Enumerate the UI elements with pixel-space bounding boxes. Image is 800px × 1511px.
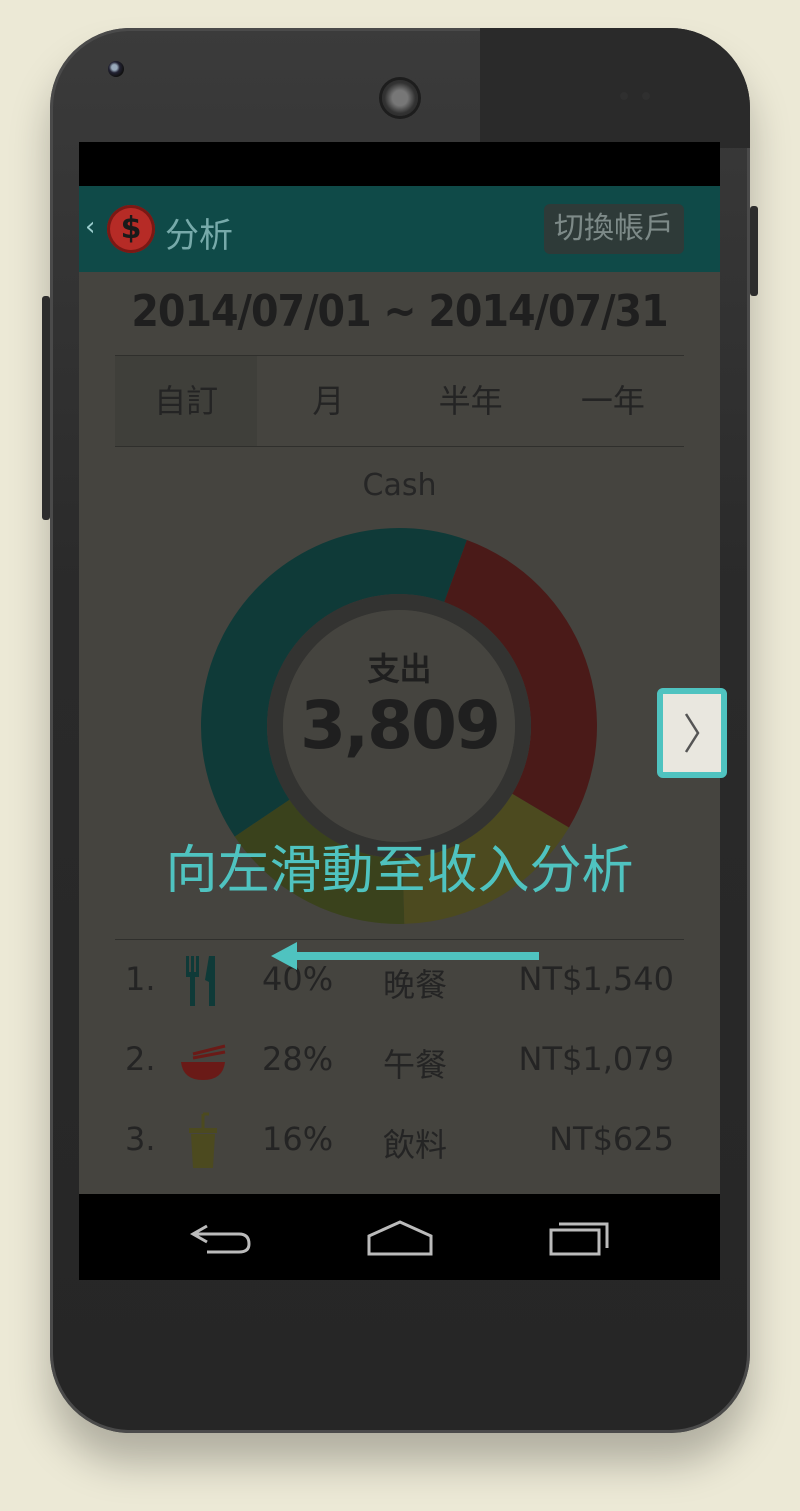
swipe-left-arrow-icon: [271, 942, 297, 970]
tab-year[interactable]: 一年: [542, 356, 684, 446]
item-percent: 28%: [262, 1040, 334, 1078]
fork-knife-icon: [186, 956, 215, 1006]
app-bar: ‹ $ 分析 切換帳戶: [79, 186, 720, 272]
noodle-bowl-icon: [181, 1044, 226, 1080]
chart-title: Cash: [362, 468, 437, 503]
item-amount: NT$1,540: [518, 960, 674, 998]
back-chevron-icon[interactable]: ‹: [85, 212, 95, 242]
item-rank: 2.: [125, 1040, 156, 1078]
donut-center-label: 支出: [367, 650, 432, 688]
next-page-button[interactable]: [657, 688, 727, 778]
page-title: 分析: [165, 216, 233, 256]
screen: ‹ $ 分析 切換帳戶 2014/07/01 ~ 2014/07/31 自訂 月…: [79, 142, 720, 1280]
item-percent: 16%: [262, 1120, 334, 1158]
period-tabs: 自訂 月 半年 一年: [115, 355, 684, 447]
list-item[interactable]: 2. 28% 午餐 NT$1,079: [115, 1030, 684, 1090]
tab-custom[interactable]: 自訂: [115, 356, 258, 446]
item-category: 飲料: [383, 1126, 448, 1164]
phone-gloss: [480, 28, 750, 148]
list-divider: [115, 939, 684, 940]
front-camera: [108, 61, 124, 77]
back-icon[interactable]: [187, 1218, 253, 1258]
home-icon[interactable]: [365, 1218, 435, 1258]
status-bar: [79, 142, 720, 186]
date-range[interactable]: 2014/07/01 ~ 2014/07/31: [79, 286, 720, 337]
list-item[interactable]: 3. 16% 飲料 NT$625: [115, 1110, 684, 1170]
chevron-right-icon: [684, 713, 700, 753]
switch-account-button[interactable]: 切換帳戶: [544, 204, 684, 254]
volume-button: [42, 296, 50, 520]
system-nav-bar: [79, 1194, 720, 1280]
item-amount: NT$625: [549, 1120, 674, 1158]
proximity-sensor: [620, 92, 628, 100]
swipe-hint-text: 向左滑動至收入分析: [165, 841, 634, 901]
tab-half-year[interactable]: 半年: [400, 356, 542, 446]
item-category: 午餐: [383, 1046, 448, 1084]
recents-icon[interactable]: [547, 1218, 613, 1258]
donut-center-value: 3,809: [300, 687, 501, 764]
item-rank: 1.: [125, 960, 156, 998]
light-sensor: [642, 92, 650, 100]
earpiece-speaker: [382, 80, 418, 116]
drink-cup-icon: [189, 1112, 217, 1168]
swipe-arrow-shaft: [287, 952, 539, 960]
app-logo-icon[interactable]: $: [107, 205, 155, 253]
item-amount: NT$1,079: [518, 1040, 674, 1078]
item-rank: 3.: [125, 1120, 156, 1158]
tab-month[interactable]: 月: [257, 356, 399, 446]
power-button: [750, 206, 758, 296]
item-category: 晚餐: [383, 966, 448, 1004]
analysis-content: 2014/07/01 ~ 2014/07/31 自訂 月 半年 一年 Cash …: [79, 272, 720, 1194]
